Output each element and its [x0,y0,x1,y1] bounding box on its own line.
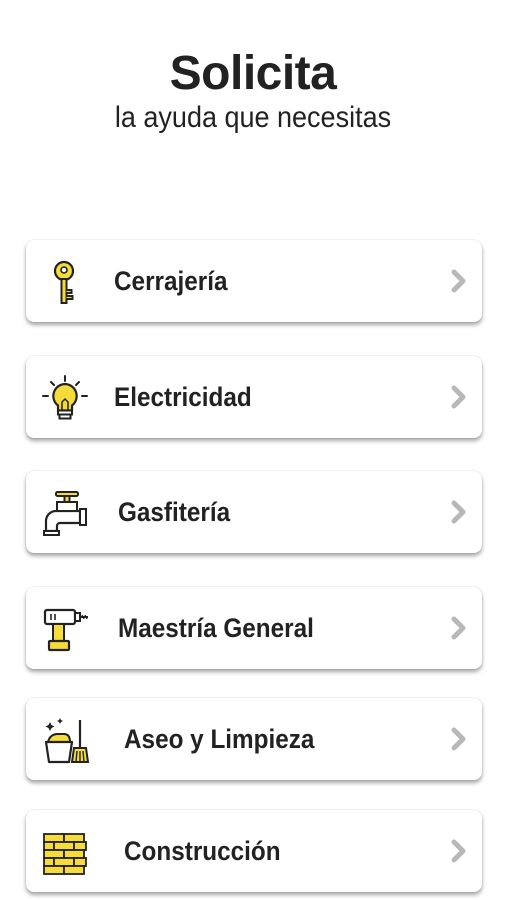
chevron-right-icon [448,724,470,754]
page-title: Solicita [169,47,337,100]
service-label: Electricidad [114,382,252,412]
page-subtitle: la ayuda que necesitas [114,101,392,134]
service-label: Cerrajería [114,266,228,296]
key-icon [44,258,94,308]
cleaning-supplies-icon [40,716,90,766]
header: Solicita la ayuda que necesitas [0,0,506,136]
chevron-right-icon [448,382,470,412]
service-card-construccion[interactable]: Construcción [26,810,482,892]
service-card-electricidad[interactable]: Electricidad [26,356,482,438]
chevron-right-icon [448,497,470,527]
service-card-aseo-limpieza[interactable]: Aseo y Limpieza [26,698,482,780]
service-label: Aseo y Limpieza [124,724,315,754]
service-card-gasfiteria[interactable]: Gasfitería [26,471,482,553]
service-card-maestria-general[interactable]: Maestría General [26,587,482,669]
service-label: Maestría General [118,613,314,643]
service-card-cerrajeria[interactable]: Cerrajería [26,240,482,322]
brick-wall-icon [40,828,90,878]
drill-icon [40,605,90,655]
chevron-right-icon [448,836,470,866]
service-label: Gasfitería [118,497,231,527]
chevron-right-icon [448,613,470,643]
faucet-icon [40,489,90,539]
chevron-right-icon [448,266,470,296]
service-label: Construcción [124,836,281,866]
lightbulb-icon [40,374,90,424]
